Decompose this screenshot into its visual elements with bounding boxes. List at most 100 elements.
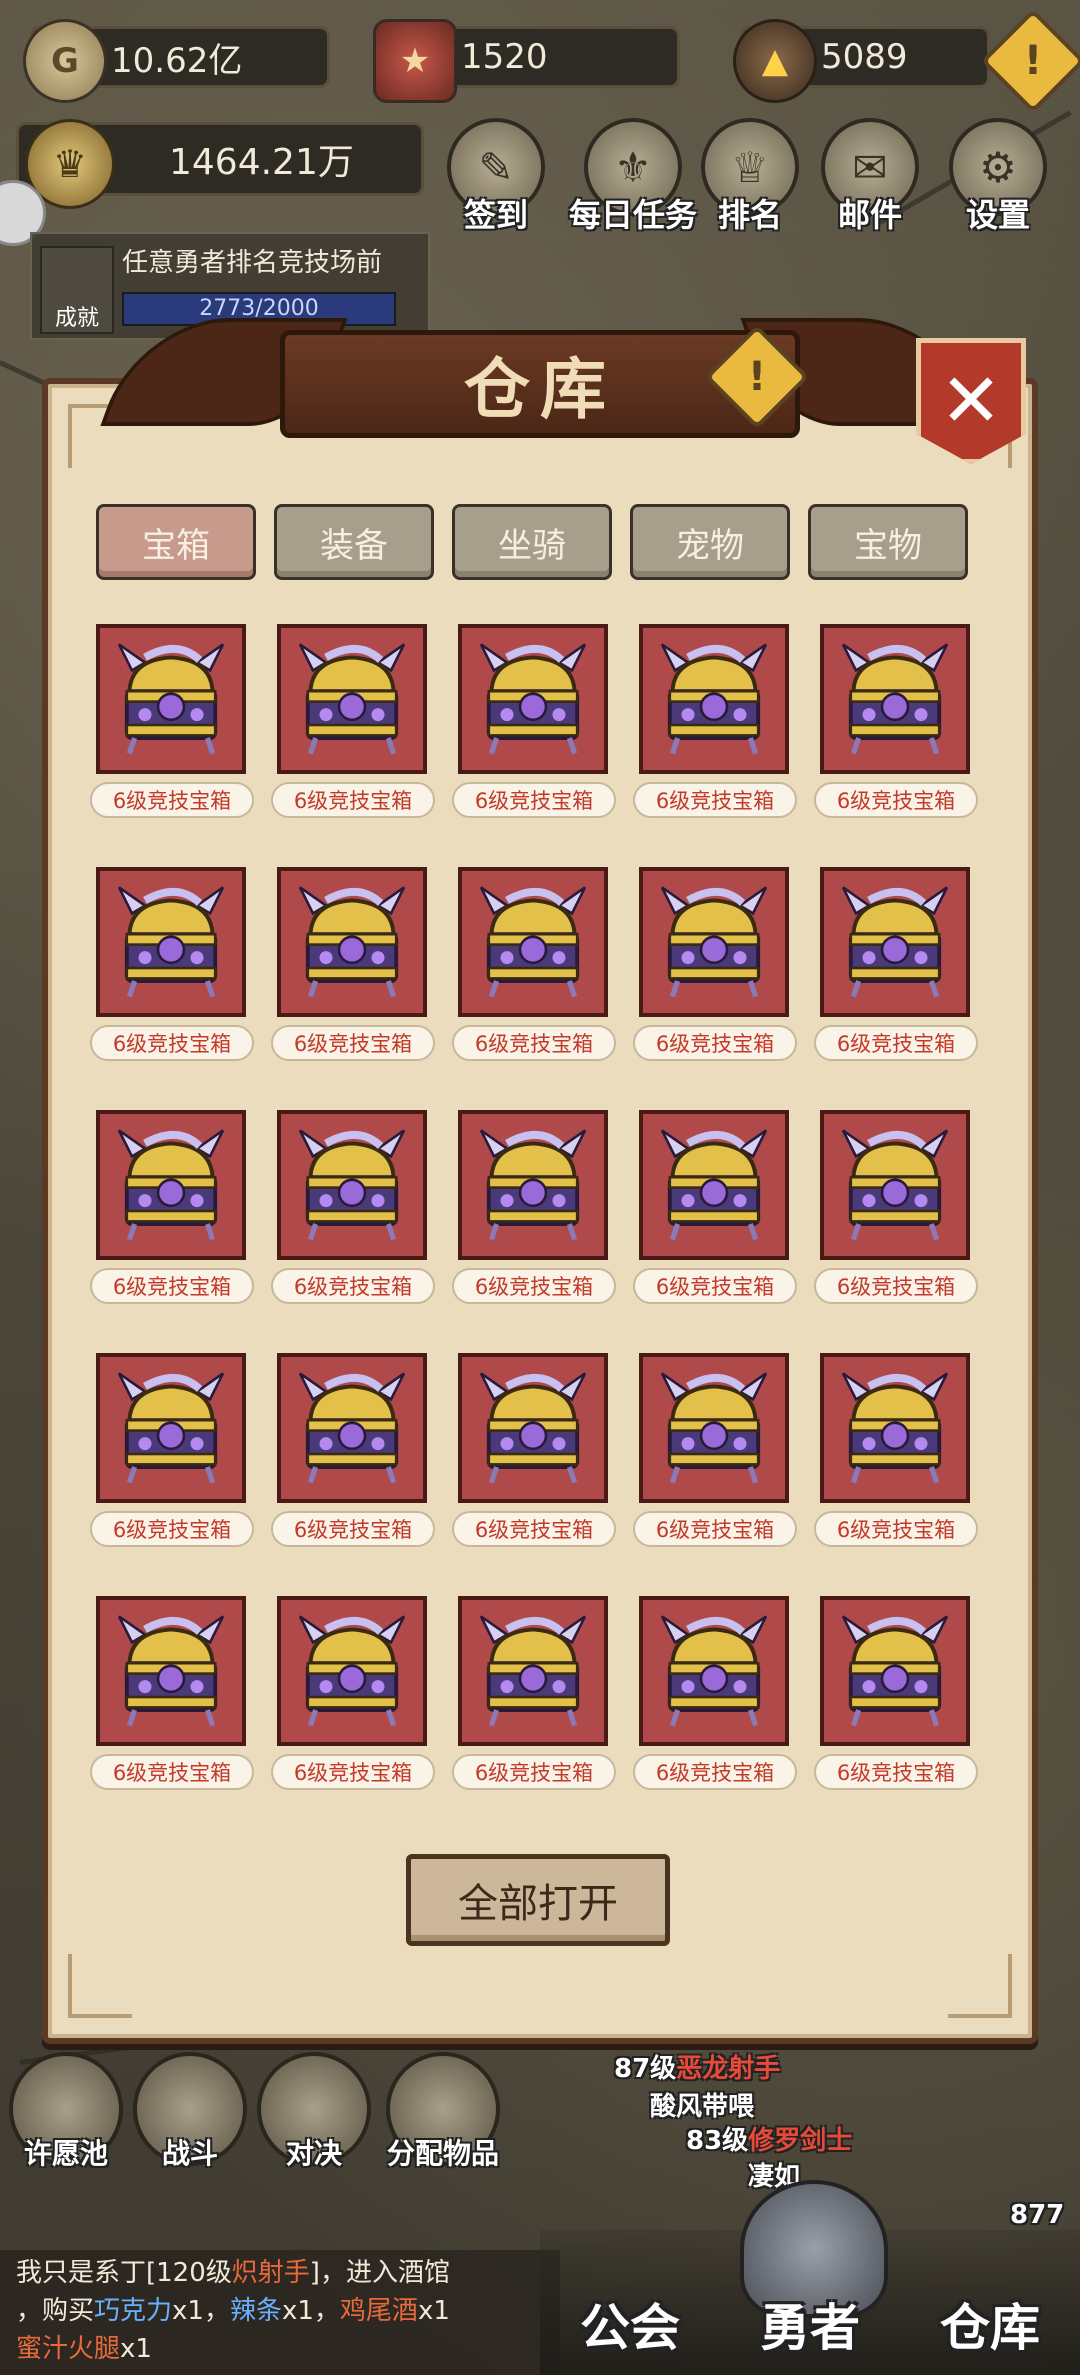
wishing-well-button[interactable]: 许愿池 (8, 2052, 124, 2170)
treasure-chest-icon (660, 1129, 768, 1241)
chest-label: 6级竞技宝箱 (633, 782, 797, 818)
settings-button[interactable]: ⚙ 设置 (948, 118, 1048, 238)
treasure-chest-icon (117, 1372, 225, 1484)
chest-item[interactable]: 6级竞技宝箱 (633, 1596, 801, 1796)
tab-pets[interactable]: 宠物 (630, 504, 790, 580)
panel-title: 仓库 (464, 350, 616, 428)
chest-item[interactable]: 6级竞技宝箱 (633, 867, 801, 1067)
nav-guild-label: 公会 (580, 2299, 680, 2357)
treasure-chest-icon (298, 1372, 406, 1484)
checkin-button[interactable]: ✎ 签到 (446, 118, 546, 238)
panel-ornament (948, 1954, 1012, 2018)
nav-warehouse[interactable]: 仓库 (910, 2270, 1070, 2370)
chat-line: 蜜汁火腿x1 (16, 2334, 152, 2364)
chest-slot (820, 1596, 970, 1746)
chest-slot (820, 867, 970, 1017)
treasure-chest-icon (841, 1372, 949, 1484)
chest-slot (458, 1110, 608, 1260)
chest-label: 6级竞技宝箱 (90, 1268, 254, 1304)
treasure-chest-icon (117, 886, 225, 998)
panel-ornament (68, 1954, 132, 2018)
chest-label: 6级竞技宝箱 (633, 1754, 797, 1790)
item-grid: 6级竞技宝箱 6级竞技宝箱 6级竞技宝箱 6级竞技宝箱 6级竞技宝箱 6级竞技宝箱 6级竞技… (90, 624, 990, 1810)
treasure-chest-icon (841, 643, 949, 755)
chest-item[interactable]: 6级竞技宝箱 (90, 1110, 258, 1310)
chest-item[interactable]: 6级竞技宝箱 (452, 867, 620, 1067)
tab-mounts[interactable]: 坐骑 (452, 504, 612, 580)
distribute-items-button[interactable]: 分配物品 (378, 2052, 508, 2170)
chest-slot (96, 1110, 246, 1260)
tab-equipment[interactable]: 装备 (274, 504, 434, 580)
chest-item[interactable]: 6级竞技宝箱 (271, 1110, 439, 1310)
gold-amount: 10.62亿 (111, 40, 243, 81)
chest-slot (458, 867, 608, 1017)
ranking-button[interactable]: ♕ 排名 (700, 118, 800, 238)
tab-treasures[interactable]: 宝物 (808, 504, 968, 580)
chest-slot (458, 1596, 608, 1746)
battle-button[interactable]: 战斗 (132, 2052, 248, 2170)
daily-tasks-button[interactable]: ⚜ 每日任务 (568, 118, 698, 238)
chest-slot (96, 867, 246, 1017)
stone-counter[interactable]: ▲ 5089 (733, 19, 990, 103)
chest-item[interactable]: 6级竞技宝箱 (814, 1353, 982, 1553)
chest-slot (277, 867, 427, 1017)
hero-tag: 83级修罗剑士 (686, 2126, 853, 2156)
chest-slot (458, 1353, 608, 1503)
shield-counter[interactable]: ★ 1520 (373, 19, 680, 103)
chest-item[interactable]: 6级竞技宝箱 (814, 867, 982, 1067)
achievement-badge: 成就 (40, 246, 114, 334)
category-tabs: 宝箱 装备 坐骑 宠物 宝物 (96, 504, 984, 582)
chest-item[interactable]: 6级竞技宝箱 (633, 1353, 801, 1553)
power-counter: ♛ 1464.21万 (16, 119, 424, 209)
system-chat[interactable]: 我只是系丁[120级炽射手]，进入酒馆 ，购买巧克力x1，辣条x1，鸡尾酒x1 … (0, 2250, 560, 2375)
treasure-chest-icon (117, 1615, 225, 1727)
wishing-well-label: 许愿池 (23, 2137, 108, 2170)
chest-slot (639, 1353, 789, 1503)
chest-item[interactable]: 6级竞技宝箱 (452, 1596, 620, 1796)
chest-label: 6级竞技宝箱 (452, 1268, 616, 1304)
chest-item[interactable]: 6级竞技宝箱 (814, 1596, 982, 1796)
chest-item[interactable]: 6级竞技宝箱 (90, 867, 258, 1067)
chest-item[interactable]: 6级竞技宝箱 (814, 1110, 982, 1310)
chest-item[interactable]: 6级竞技宝箱 (271, 867, 439, 1067)
duel-button[interactable]: 对决 (256, 2052, 372, 2170)
chest-label: 6级竞技宝箱 (633, 1268, 797, 1304)
settings-label: 设置 (965, 196, 1030, 234)
chest-item[interactable]: 6级竞技宝箱 (271, 1353, 439, 1553)
chest-label: 6级竞技宝箱 (452, 1754, 616, 1790)
treasure-chest-icon (479, 886, 587, 998)
tab-chests[interactable]: 宝箱 (96, 504, 256, 580)
chest-label: 6级竞技宝箱 (271, 1025, 435, 1061)
chest-slot (96, 624, 246, 774)
chest-item[interactable]: 6级竞技宝箱 (90, 624, 258, 824)
shield-amount: 1520 (461, 37, 548, 77)
nav-guild[interactable]: 公会 (550, 2270, 710, 2370)
mail-button[interactable]: ✉ 邮件 (820, 118, 920, 238)
chest-item[interactable]: 6级竞技宝箱 (90, 1353, 258, 1553)
treasure-chest-icon (841, 886, 949, 998)
gold-coin-icon: G (23, 19, 107, 103)
hero-tag: 酸风带喂 (650, 2092, 755, 2122)
chest-item[interactable]: 6级竞技宝箱 (271, 624, 439, 824)
chest-item[interactable]: 6级竞技宝箱 (452, 624, 620, 824)
chest-item[interactable]: 6级竞技宝箱 (271, 1596, 439, 1796)
mail-label: 邮件 (837, 196, 902, 234)
chest-item[interactable]: 6级竞技宝箱 (452, 1353, 620, 1553)
chest-label: 6级竞技宝箱 (633, 1025, 797, 1061)
chest-label: 6级竞技宝箱 (452, 782, 616, 818)
open-all-button[interactable]: 全部打开 (406, 1854, 670, 1946)
chest-item[interactable]: 6级竞技宝箱 (90, 1596, 258, 1796)
chest-item[interactable]: 6级竞技宝箱 (633, 624, 801, 824)
gold-counter[interactable]: G 10.62亿 (23, 19, 330, 103)
chest-item[interactable]: 6级竞技宝箱 (814, 624, 982, 824)
power-amount: 1464.21万 (169, 142, 354, 183)
chest-label: 6级竞技宝箱 (271, 1754, 435, 1790)
chest-label: 6级竞技宝箱 (452, 1511, 616, 1547)
chest-item[interactable]: 6级竞技宝箱 (452, 1110, 620, 1310)
duel-label: 对决 (285, 2137, 342, 2170)
chest-item[interactable]: 6级竞技宝箱 (633, 1110, 801, 1310)
nav-heroes[interactable]: 勇者 (730, 2270, 890, 2370)
chest-label: 6级竞技宝箱 (90, 1511, 254, 1547)
chest-label: 6级竞技宝箱 (814, 1268, 978, 1304)
chest-slot (639, 624, 789, 774)
